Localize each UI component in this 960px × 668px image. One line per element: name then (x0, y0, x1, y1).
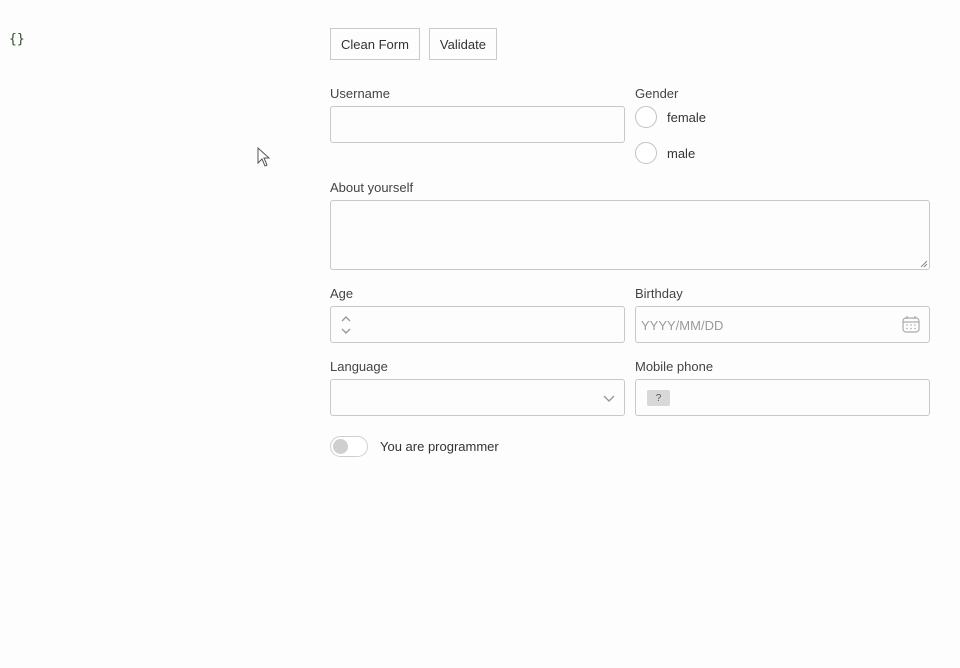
female-radio-label: female (667, 109, 707, 125)
programmer-toggle-row: You are programmer (330, 436, 499, 457)
language-label: Language (330, 359, 388, 374)
mobile-input[interactable]: ? (635, 379, 930, 416)
gender-option-female[interactable]: female (635, 106, 706, 128)
male-radio-label: male (667, 145, 696, 161)
about-textarea[interactable] (330, 200, 930, 270)
birthday-label: Birthday (635, 286, 683, 301)
about-label: About yourself (330, 180, 414, 195)
female-radio[interactable] (635, 106, 657, 128)
form-toolbar: Clean Form Validate (330, 28, 497, 60)
toggle-knob (333, 439, 348, 454)
mouse-pointer-icon (257, 147, 271, 167)
birthday-placeholder: YYYY/MM/DD (641, 318, 724, 333)
calendar-icon[interactable] (901, 314, 921, 334)
number-spinner-icon[interactable] (340, 313, 352, 337)
mobile-label: Mobile phone (635, 359, 714, 374)
json-output: {} (9, 32, 25, 47)
clean-form-button[interactable]: Clean Form (330, 28, 420, 60)
age-input[interactable] (330, 306, 625, 343)
validate-button[interactable]: Validate (428, 28, 497, 60)
programmer-toggle-label: You are programmer (380, 439, 499, 454)
age-label: Age (330, 286, 354, 301)
gender-option-male[interactable]: male (635, 142, 695, 164)
male-radio[interactable] (635, 142, 657, 164)
programmer-toggle[interactable] (330, 436, 368, 457)
birthday-input[interactable]: YYYY/MM/DD (635, 306, 930, 343)
resize-handle-icon[interactable] (920, 260, 928, 268)
username-input[interactable] (330, 106, 625, 143)
chevron-down-icon (603, 395, 615, 402)
gender-label: Gender (635, 86, 679, 101)
username-label: Username (330, 86, 390, 101)
country-flag-icon[interactable]: ? (647, 390, 670, 406)
language-select[interactable] (330, 379, 625, 416)
